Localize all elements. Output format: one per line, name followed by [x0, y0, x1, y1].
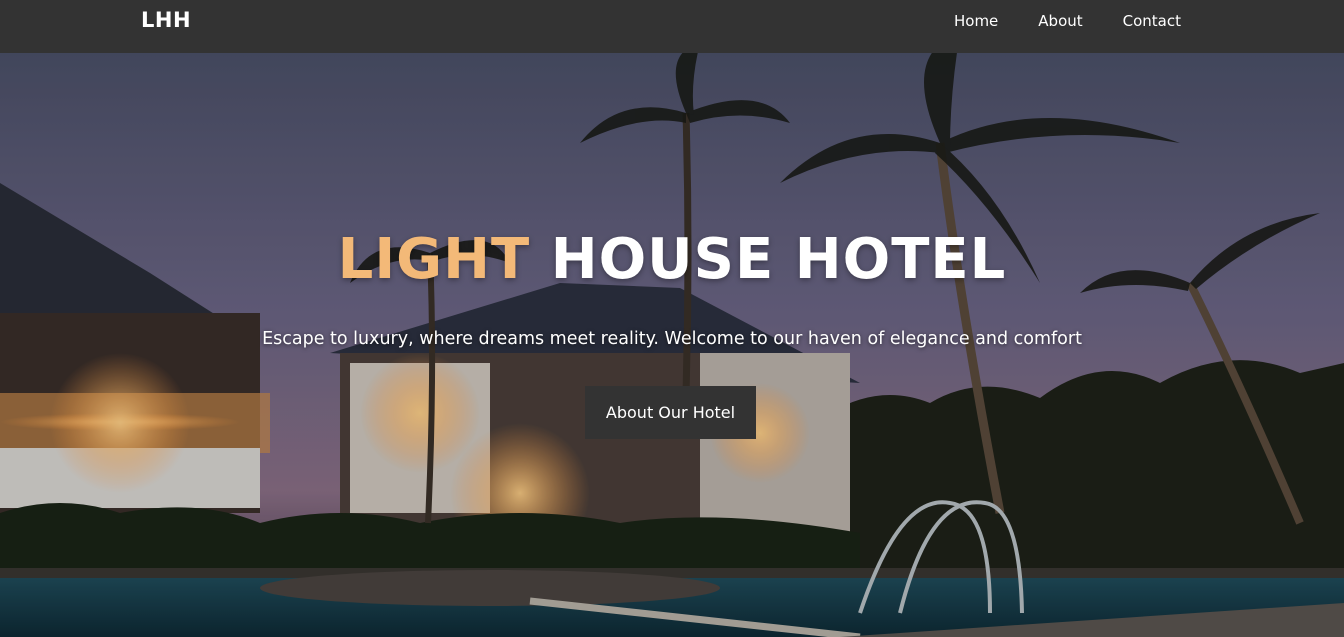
- hero-title-accent: LIGHT: [337, 227, 531, 292]
- about-hotel-button[interactable]: About Our Hotel: [585, 386, 756, 439]
- nav-link-about[interactable]: About: [1038, 12, 1082, 30]
- nav-links: Home About Contact: [954, 0, 1181, 42]
- brand-logo[interactable]: LHH: [141, 8, 191, 32]
- hero-tagline: Escape to luxury, where dreams meet real…: [262, 329, 1082, 349]
- hero-title-rest: HOUSE HOTEL: [550, 227, 1007, 292]
- hero-title: LIGHT HOUSE HOTEL: [0, 227, 1344, 292]
- nav-link-home[interactable]: Home: [954, 12, 998, 30]
- nav-link-contact[interactable]: Contact: [1123, 12, 1181, 30]
- top-navbar: LHH Home About Contact: [0, 0, 1344, 53]
- hero-section: LIGHT HOUSE HOTEL Escape to luxury, wher…: [0, 53, 1344, 637]
